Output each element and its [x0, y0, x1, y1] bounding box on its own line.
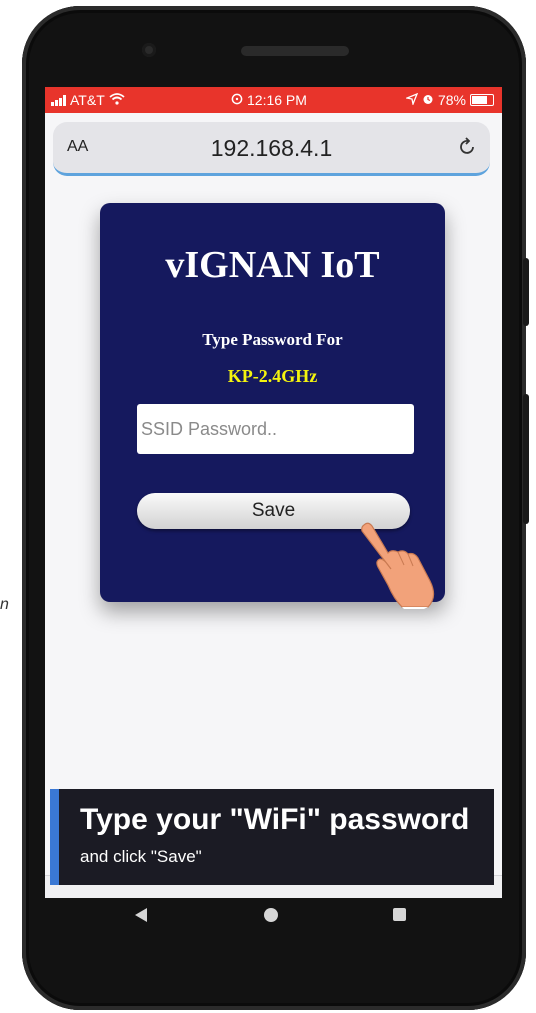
- password-prompt: Type Password For: [202, 330, 343, 349]
- battery-percent: 78%: [437, 92, 466, 108]
- time-label: 12:16 PM: [247, 92, 307, 108]
- caption-title: Type your "WiFi" password: [80, 803, 470, 836]
- volume-button: [523, 394, 529, 524]
- ssid-name: KP-2.4GHz: [227, 366, 318, 386]
- status-center: 12:16 PM: [231, 92, 307, 108]
- pointing-hand-icon: [361, 522, 435, 609]
- instruction-caption: Type your "WiFi" password and click "Sav…: [50, 789, 494, 885]
- brand-title: vIGNAN IoT: [165, 244, 380, 286]
- alarm-clock-icon: [422, 92, 434, 108]
- caption-subtitle: and click "Save": [80, 847, 202, 866]
- wifi-icon: [109, 92, 125, 108]
- wifi-config-card: vIGNAN IoT Type Password For KP-2.4GHz S…: [100, 203, 445, 609]
- alarm-icon: [231, 92, 243, 108]
- phone-screen: AT&T 12:16 PM 78% AA 192.168.4.1 vIGNAN …: [45, 87, 502, 898]
- edge-fragment: n: [0, 596, 9, 613]
- status-right: 78%: [404, 92, 494, 108]
- back-nav-icon[interactable]: [135, 908, 147, 922]
- front-camera: [142, 43, 156, 57]
- ssid-password-input[interactable]: [137, 404, 414, 454]
- recents-nav-icon[interactable]: [393, 908, 406, 921]
- earpiece-speaker: [241, 46, 349, 56]
- url-text[interactable]: 192.168.4.1: [53, 135, 490, 162]
- home-nav-icon[interactable]: [264, 908, 278, 922]
- battery-icon: [470, 94, 494, 106]
- address-bar[interactable]: AA 192.168.4.1: [53, 122, 490, 176]
- signal-icon: [51, 94, 66, 106]
- browser-toolbar: AA 192.168.4.1: [45, 113, 502, 185]
- status-left: AT&T: [51, 92, 125, 108]
- status-bar: AT&T 12:16 PM 78%: [45, 87, 502, 113]
- location-arrow-icon: [404, 92, 419, 108]
- power-button: [523, 258, 529, 326]
- carrier-label: AT&T: [70, 92, 105, 108]
- reload-icon[interactable]: [456, 136, 478, 164]
